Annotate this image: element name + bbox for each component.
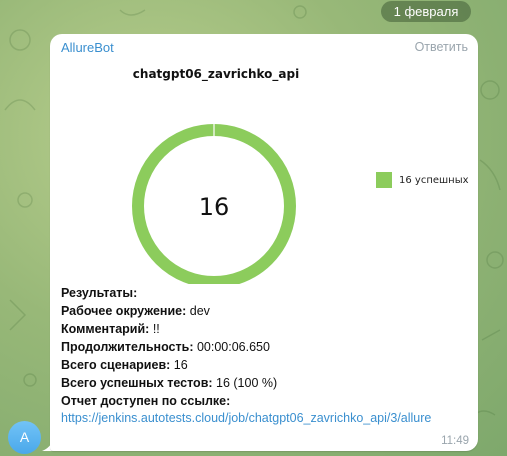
bot-avatar[interactable]: A	[8, 421, 41, 454]
message-time: 11:49	[441, 435, 469, 447]
duration-line: Продолжительность: 00:00:06.650	[61, 338, 471, 356]
passed-value: 16 (100 %)	[212, 376, 278, 390]
comment-line: Комментарий: !!	[61, 320, 471, 338]
reply-button[interactable]: Ответить	[415, 40, 468, 54]
legend-swatch-passed	[376, 172, 392, 188]
env-value: dev	[186, 304, 210, 318]
chart-legend: 16 успешных	[376, 172, 469, 188]
legend-label-passed: 16 успешных	[399, 174, 469, 186]
sender-name[interactable]: AllureBot	[61, 40, 114, 55]
duration-value: 00:00:06.650	[193, 340, 270, 354]
env-label: Рабочее окружение:	[61, 304, 187, 318]
passed-line: Всего успешных тестов: 16 (100 %)	[61, 374, 471, 392]
scenarios-value: 16	[170, 358, 188, 372]
passed-label: Всего успешных тестов:	[61, 376, 213, 390]
duration-label: Продолжительность:	[61, 340, 194, 354]
date-separator: 1 февраля	[381, 1, 471, 22]
chart-center-label: 16	[199, 193, 230, 221]
allure-chart-image[interactable]: chatgpt06_zavrichko_api 16 16 успешных	[54, 60, 474, 284]
env-line: Рабочее окружение: dev	[61, 302, 471, 320]
comment-label: Комментарий:	[61, 322, 150, 336]
report-label: Отчет доступен по ссылке:	[61, 394, 231, 408]
scenarios-label: Всего сценариев:	[61, 358, 171, 372]
comment-value: !!	[149, 322, 160, 336]
message-text: Результаты: Рабочее окружение: dev Комме…	[61, 284, 471, 427]
results-heading: Результаты:	[61, 286, 138, 300]
report-link[interactable]: https://jenkins.autotests.cloud/job/chat…	[61, 410, 441, 427]
message-bubble: AllureBot Ответить chatgpt06_zavrichko_a…	[50, 34, 478, 451]
scenarios-line: Всего сценариев: 16	[61, 356, 471, 374]
